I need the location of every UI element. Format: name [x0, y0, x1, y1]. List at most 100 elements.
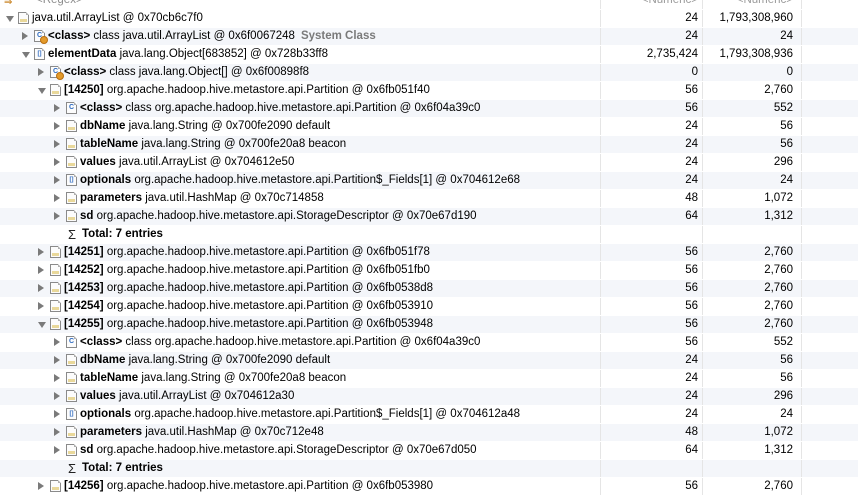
shallow-heap-cell: 56 [601, 478, 703, 495]
object-description: org.apache.hadoop.hive.metastore.api.Sto… [93, 210, 477, 222]
class-name-cell: C <class> class org.apache.hadoop.hive.me… [0, 334, 601, 351]
field-name: Total: 7 entries [82, 462, 163, 474]
tree-row[interactable]: [14253] org.apache.hadoop.hive.metastore… [0, 280, 858, 298]
disclosure-open-icon[interactable] [22, 52, 30, 58]
disclosure-open-icon[interactable] [38, 88, 46, 94]
tree-row[interactable]: [] optionals org.apache.hadoop.hive.metas… [0, 406, 858, 424]
tree-row[interactable]: dbName java.lang.String @ 0x700fe2090 de… [0, 118, 858, 136]
retained-heap-cell: 552 [704, 334, 802, 351]
object-label: values java.util.ArrayList @ 0x704612e50 [80, 154, 294, 171]
tree-row[interactable]: [] optionals org.apache.hadoop.hive.metas… [0, 172, 858, 190]
tree-row[interactable]: C <class> class java.lang.Object[] @ 0x6f… [0, 64, 858, 82]
disclosure-closed-icon[interactable] [54, 212, 60, 220]
shallow-heap-cell: 48 [601, 190, 703, 207]
tree-row[interactable]: dbName java.lang.String @ 0x700fe2090 de… [0, 352, 858, 370]
tree-row[interactable]: [14255] org.apache.hadoop.hive.metastore… [0, 316, 858, 334]
class-name-cell: values java.util.ArrayList @ 0x704612e50 [0, 154, 601, 171]
object-description: org.apache.hadoop.hive.metastore.api.Par… [103, 246, 430, 258]
shallow-heap-cell: 24 [601, 136, 703, 153]
object-icon [50, 300, 61, 312]
shallow-heap-filter[interactable]: <Numeric> [601, 0, 703, 9]
disclosure-closed-icon[interactable] [54, 374, 60, 382]
tree-row[interactable]: [14251] org.apache.hadoop.hive.metastore… [0, 244, 858, 262]
tree-row[interactable]: [] elementData java.lang.Object[683852] @… [0, 46, 858, 64]
tree-row[interactable]: C <class> class java.util.ArrayList @ 0x6… [0, 28, 858, 46]
retained-heap-cell: 1,072 [704, 190, 802, 207]
field-name: optionals [80, 174, 132, 186]
shallow-heap-cell: 24 [601, 10, 703, 27]
object-label: [14250] org.apache.hadoop.hive.metastore… [64, 82, 430, 99]
disclosure-closed-icon[interactable] [54, 356, 60, 364]
class-name-cell: Σ Total: 7 entries [0, 460, 601, 477]
shallow-heap-cell: 24 [601, 28, 703, 45]
object-description: org.apache.hadoop.hive.metastore.api.Par… [131, 174, 521, 186]
tree-row[interactable]: tableName java.lang.String @ 0x700fe20a8… [0, 370, 858, 388]
tree-row[interactable]: C <class> class org.apache.hadoop.hive.me… [0, 100, 858, 118]
object-description: class org.apache.hadoop.hive.metastore.a… [122, 102, 481, 114]
field-name: [14250] [64, 84, 104, 96]
disclosure-closed-icon[interactable] [54, 410, 60, 418]
tree-total-row[interactable]: Σ Total: 7 entries [0, 460, 858, 478]
tree-row[interactable]: values java.util.ArrayList @ 0x704612a30… [0, 388, 858, 406]
shallow-heap-cell: 24 [601, 388, 703, 405]
field-name: [14251] [64, 246, 104, 258]
disclosure-closed-icon[interactable] [54, 122, 60, 130]
field-name: [14253] [64, 282, 104, 294]
tree-row[interactable]: [14252] org.apache.hadoop.hive.metastore… [0, 262, 858, 280]
shallow-heap-cell: 56 [601, 334, 703, 351]
field-name: <class> [80, 102, 123, 114]
regex-filter-cell[interactable]: ⇒ <Regex> [0, 0, 601, 9]
field-name: <class> [48, 30, 91, 42]
field-name: [14252] [64, 264, 104, 276]
disclosure-closed-icon[interactable] [38, 248, 44, 256]
class-name-cell: C <class> class java.util.ArrayList @ 0x6… [0, 28, 601, 45]
tree-row[interactable]: tableName java.lang.String @ 0x700fe20a8… [0, 136, 858, 154]
disclosure-closed-icon[interactable] [38, 482, 44, 490]
retained-heap-filter[interactable]: <Numeric> [704, 0, 802, 9]
object-description: java.lang.String @ 0x700fe20a8 beacon [138, 372, 347, 384]
object-label: [14255] org.apache.hadoop.hive.metastore… [64, 316, 433, 333]
disclosure-closed-icon[interactable] [54, 104, 60, 112]
tree-row[interactable]: sd org.apache.hadoop.hive.metastore.api.… [0, 208, 858, 226]
disclosure-closed-icon[interactable] [54, 158, 60, 166]
disclosure-open-icon[interactable] [6, 16, 14, 22]
tree-row[interactable]: C <class> class org.apache.hadoop.hive.me… [0, 334, 858, 352]
disclosure-closed-icon[interactable] [54, 392, 60, 400]
object-icon [66, 210, 77, 222]
tree-row[interactable]: java.util.ArrayList @ 0x70cb6c7f0 24 1,793… [0, 10, 858, 28]
tree-row[interactable]: values java.util.ArrayList @ 0x704612e50… [0, 154, 858, 172]
tree-row[interactable]: [14254] org.apache.hadoop.hive.metastore… [0, 298, 858, 316]
object-icon [66, 372, 77, 384]
disclosure-closed-icon[interactable] [54, 140, 60, 148]
disclosure-closed-icon[interactable] [54, 446, 60, 454]
disclosure-open-icon[interactable] [38, 322, 46, 328]
tree-row[interactable]: parameters java.util.HashMap @ 0x70c712e… [0, 424, 858, 442]
disclosure-closed-icon[interactable] [22, 32, 28, 40]
regex-filter-input[interactable]: <Regex> [36, 0, 83, 9]
field-name: <class> [64, 66, 107, 78]
tree-row[interactable]: sd org.apache.hadoop.hive.metastore.api.… [0, 442, 858, 460]
disclosure-closed-icon[interactable] [54, 338, 60, 346]
disclosure-closed-icon[interactable] [38, 302, 44, 310]
class-icon: C [66, 336, 77, 348]
object-description: org.apache.hadoop.hive.metastore.api.Par… [103, 84, 430, 96]
sum-icon: Σ [68, 461, 77, 476]
shallow-heap-cell: 24 [601, 118, 703, 135]
disclosure-closed-icon[interactable] [54, 194, 60, 202]
disclosure-closed-icon[interactable] [38, 68, 44, 76]
disclosure-closed-icon[interactable] [38, 266, 44, 274]
disclosure-closed-icon[interactable] [38, 284, 44, 292]
tree-row[interactable]: [14256] org.apache.hadoop.hive.metastore… [0, 478, 858, 496]
tree-total-row[interactable]: Σ Total: 7 entries [0, 226, 858, 244]
object-label: <class> class java.util.ArrayList @ 0x6f… [48, 28, 376, 45]
object-label: values java.util.ArrayList @ 0x704612a30 [80, 388, 294, 405]
object-icon [66, 426, 77, 438]
tree-row[interactable]: [14250] org.apache.hadoop.hive.metastore… [0, 82, 858, 100]
retained-heap-cell: 1,793,308,936 [704, 46, 802, 63]
class-name-cell: [14256] org.apache.hadoop.hive.metastore… [0, 478, 601, 495]
field-name: optionals [80, 408, 132, 420]
disclosure-closed-icon[interactable] [54, 176, 60, 184]
disclosure-closed-icon[interactable] [54, 428, 60, 436]
shallow-heap-cell [601, 460, 703, 477]
tree-row[interactable]: parameters java.util.HashMap @ 0x70c7148… [0, 190, 858, 208]
